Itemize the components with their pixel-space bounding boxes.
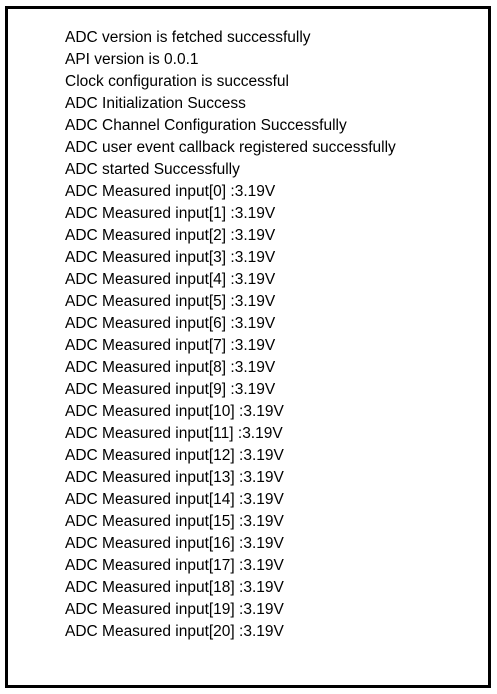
console-line: ADC Measured input[15] :3.19V bbox=[65, 513, 284, 530]
console-line: ADC Initialization Success bbox=[65, 95, 246, 112]
console-output-log: ADC version is fetched successfully API … bbox=[65, 27, 396, 643]
console-line: ADC Measured input[12] :3.19V bbox=[65, 447, 284, 464]
console-line: ADC Measured input[6] :3.19V bbox=[65, 315, 276, 332]
console-line: Clock configuration is successful bbox=[65, 73, 289, 90]
console-line: ADC Measured input[7] :3.19V bbox=[65, 337, 276, 354]
console-line: ADC Measured input[2] :3.19V bbox=[65, 227, 276, 244]
console-output-window: ADC version is fetched successfully API … bbox=[5, 6, 491, 688]
console-line: ADC Measured input[8] :3.19V bbox=[65, 359, 276, 376]
console-line: ADC Measured input[0] :3.19V bbox=[65, 183, 276, 200]
console-line: ADC Measured input[5] :3.19V bbox=[65, 293, 276, 310]
console-line: ADC Measured input[1] :3.19V bbox=[65, 205, 276, 222]
console-line: ADC Measured input[14] :3.19V bbox=[65, 491, 284, 508]
console-line: ADC user event callback registered succe… bbox=[65, 139, 396, 156]
console-line: ADC Measured input[18] :3.19V bbox=[65, 579, 284, 596]
console-line: ADC Channel Configuration Successfully bbox=[65, 117, 347, 134]
console-line: ADC Measured input[9] :3.19V bbox=[65, 381, 276, 398]
console-line: ADC Measured input[10] :3.19V bbox=[65, 403, 284, 420]
console-line: ADC version is fetched successfully bbox=[65, 29, 311, 46]
console-line: ADC Measured input[17] :3.19V bbox=[65, 557, 284, 574]
console-line: ADC Measured input[3] :3.19V bbox=[65, 249, 276, 266]
console-line: ADC Measured input[16] :3.19V bbox=[65, 535, 284, 552]
console-line: API version is 0.0.1 bbox=[65, 51, 199, 68]
console-line: ADC Measured input[13] :3.19V bbox=[65, 469, 284, 486]
console-line: ADC Measured input[11] :3.19V bbox=[65, 425, 283, 442]
console-line: ADC Measured input[19] :3.19V bbox=[65, 601, 284, 618]
console-line: ADC Measured input[20] :3.19V bbox=[65, 623, 284, 640]
console-line: ADC Measured input[4] :3.19V bbox=[65, 271, 276, 288]
console-line: ADC started Successfully bbox=[65, 161, 240, 178]
